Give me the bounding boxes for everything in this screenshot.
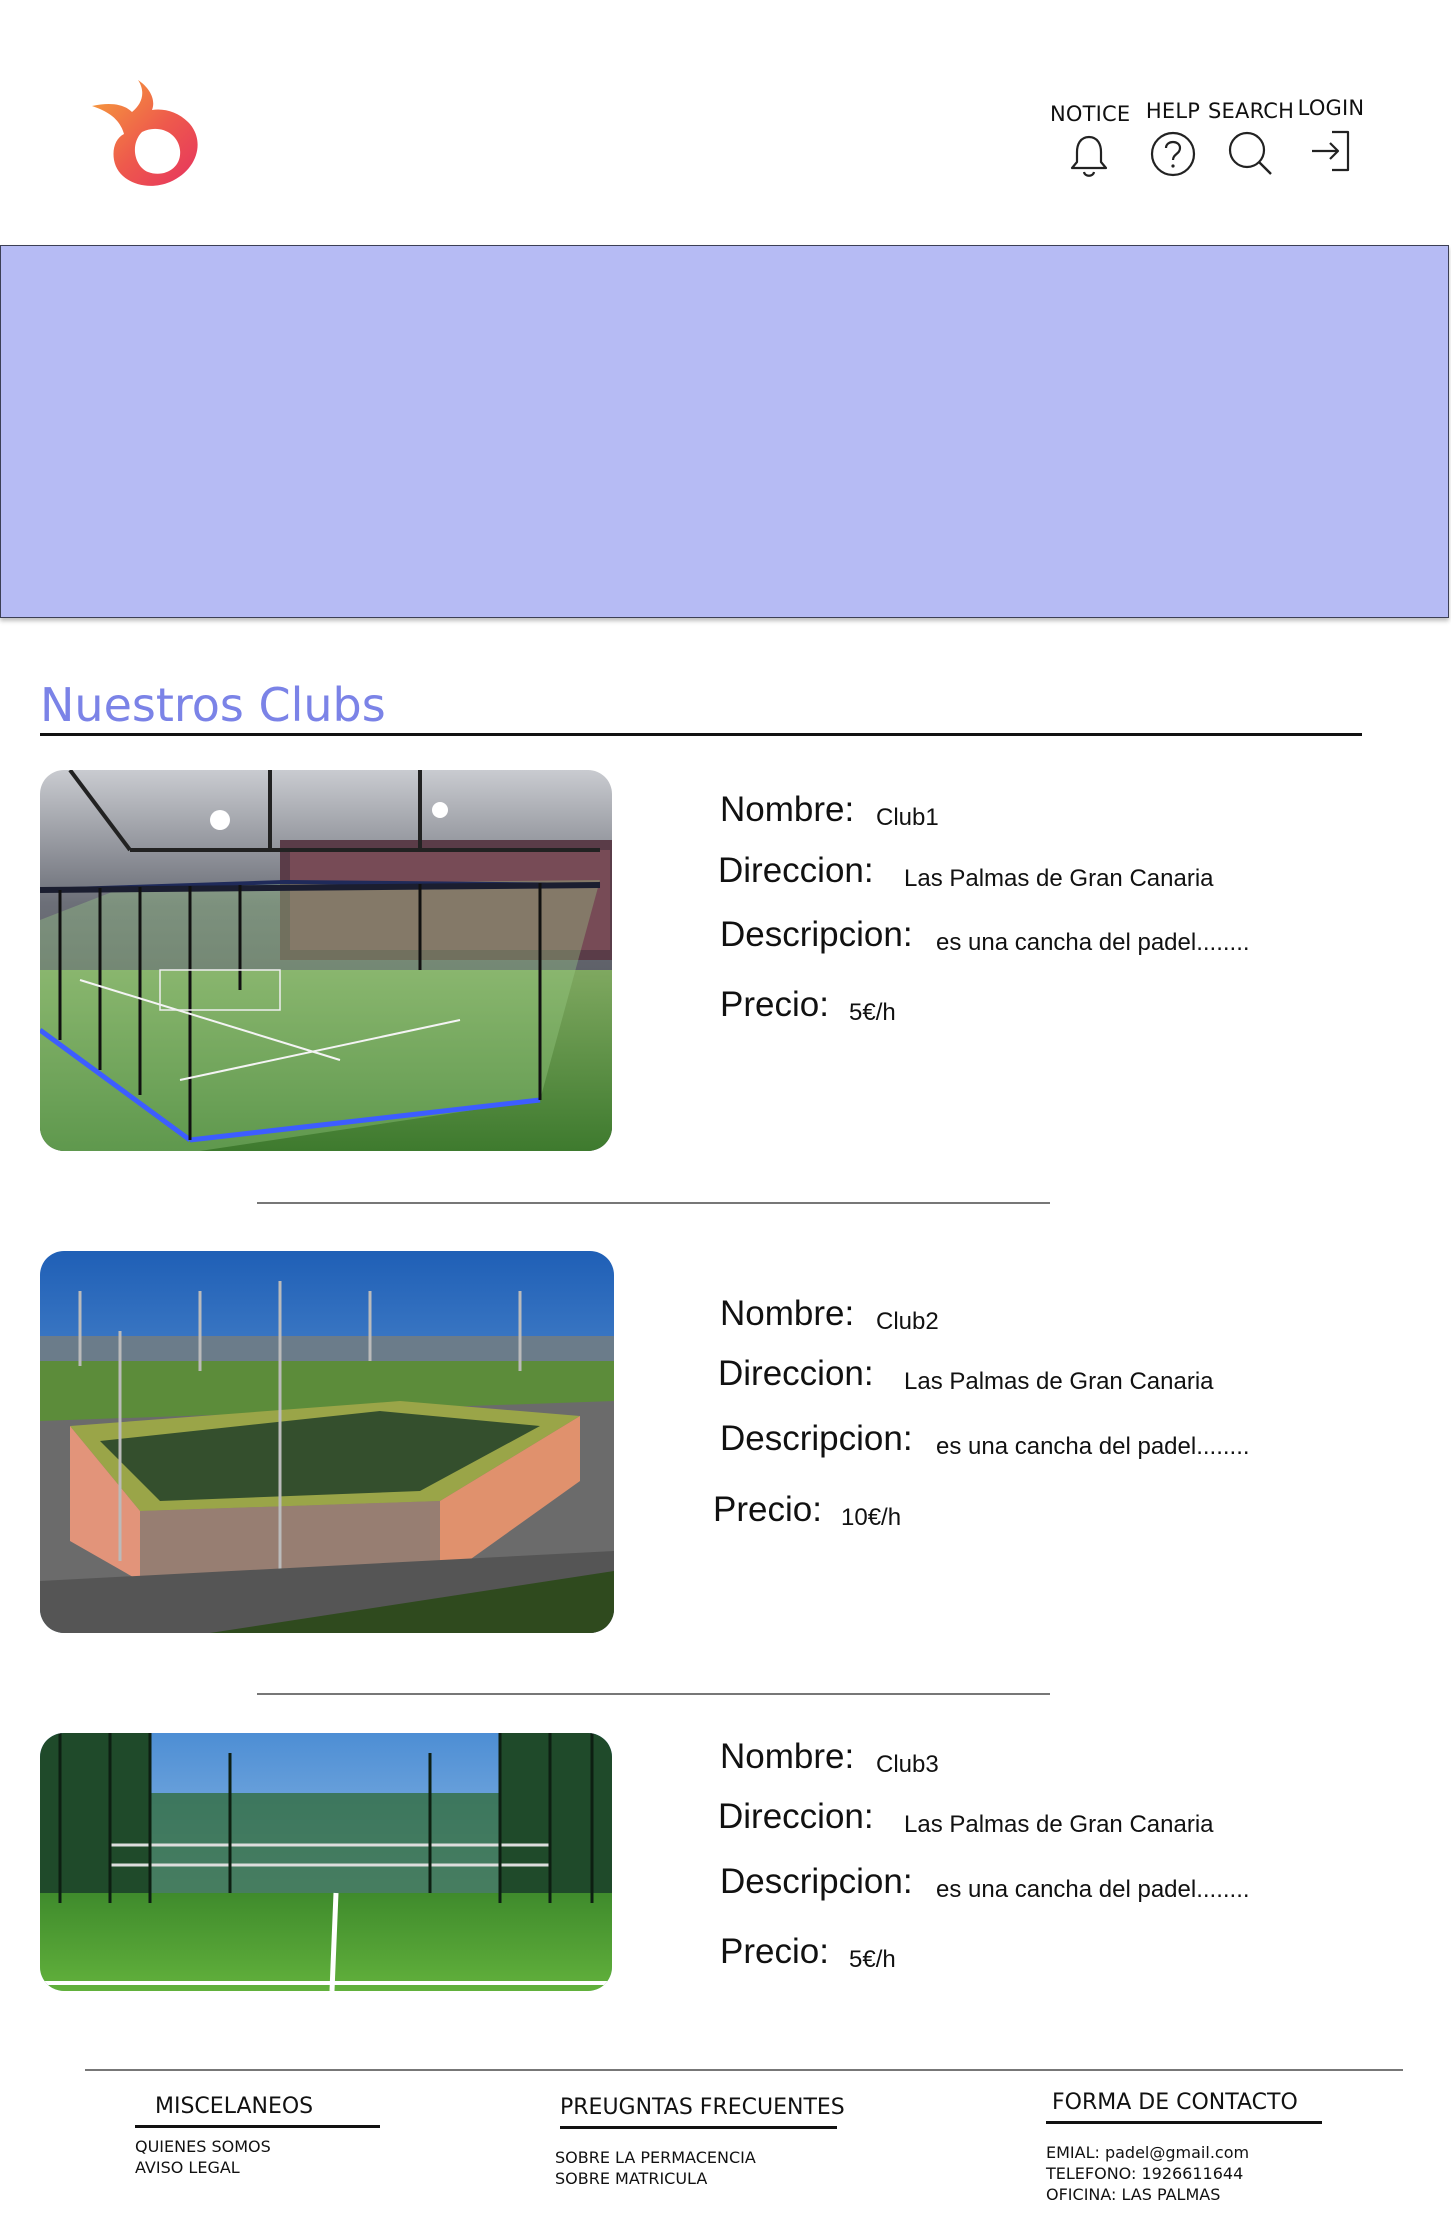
club2-direccion-label: Direccion: bbox=[718, 1354, 874, 1393]
help-circle-icon bbox=[1150, 131, 1196, 177]
footer-miscelaneos-underline bbox=[135, 2125, 380, 2128]
indoor-padel-court-image bbox=[40, 770, 612, 1151]
club3-direccion-label: Direccion: bbox=[718, 1797, 874, 1836]
green-padel-court-image bbox=[40, 1733, 612, 1991]
nav-search-label: SEARCH bbox=[1208, 99, 1295, 123]
footer-contact-phone[interactable]: TELEFONO: 1926611644 bbox=[1046, 2163, 1243, 2184]
club2-precio-label: Precio: bbox=[713, 1490, 822, 1529]
section-title: Nuestros Clubs bbox=[40, 678, 386, 732]
footer-faq-title: PREUGNTAS FRECUENTES bbox=[560, 2095, 845, 2120]
nav-login-label: LOGIN bbox=[1297, 96, 1365, 120]
club3-direccion-value: Las Palmas de Gran Canaria bbox=[904, 1811, 1214, 1838]
search-icon bbox=[1228, 131, 1272, 175]
club3-descripcion-label: Descripcion: bbox=[720, 1862, 913, 1901]
club3-precio-label: Precio: bbox=[720, 1932, 829, 1971]
club1-direccion-value: Las Palmas de Gran Canaria bbox=[904, 865, 1214, 892]
club3-nombre-label: Nombre: bbox=[720, 1737, 855, 1776]
nav-login[interactable]: LOGIN bbox=[1296, 96, 1366, 176]
nav-help[interactable]: HELP bbox=[1142, 99, 1204, 179]
club2-precio-value: 10€/h bbox=[841, 1504, 902, 1531]
hero-banner bbox=[0, 245, 1449, 618]
footer-contacto-underline bbox=[1046, 2121, 1322, 2124]
footer-link-quienes-somos[interactable]: QUIENES SOMOS bbox=[135, 2136, 271, 2157]
nav-help-label: HELP bbox=[1145, 99, 1201, 123]
club3-nombre-value: Club3 bbox=[876, 1751, 939, 1778]
club1-precio-value: 5€/h bbox=[849, 999, 896, 1026]
club1-descripcion-label: Descripcion: bbox=[720, 915, 913, 954]
nav-notice[interactable]: NOTICE bbox=[1050, 102, 1131, 180]
club2-descripcion-value: es una cancha del padel........ bbox=[936, 1433, 1250, 1460]
club1-direccion-label: Direccion: bbox=[718, 851, 874, 890]
footer-contact-email[interactable]: EMIAL: padel@gmail.com bbox=[1046, 2142, 1249, 2163]
footer-link-permanencia[interactable]: SOBRE LA PERMACENCIA bbox=[555, 2147, 756, 2168]
flame-ring-icon bbox=[92, 80, 198, 186]
club1-nombre-value: Club1 bbox=[876, 804, 939, 831]
club3-precio-value: 5€/h bbox=[849, 1946, 896, 1973]
footer-divider bbox=[85, 2069, 1403, 2071]
outdoor-padel-court-image bbox=[40, 1251, 614, 1633]
club3-photo[interactable] bbox=[40, 1733, 612, 1991]
club1-photo[interactable] bbox=[40, 770, 612, 1151]
club1-nombre-label: Nombre: bbox=[720, 790, 855, 829]
nav-notice-label: NOTICE bbox=[1050, 102, 1131, 126]
footer-contact-office: OFICINA: LAS PALMAS bbox=[1046, 2185, 1221, 2204]
footer-faq-underline bbox=[560, 2126, 837, 2129]
club-separator bbox=[257, 1693, 1050, 1695]
footer-contacto-title: FORMA DE CONTACTO bbox=[1052, 2090, 1298, 2115]
login-icon bbox=[1312, 130, 1350, 172]
club2-nombre-value: Club2 bbox=[876, 1308, 939, 1335]
footer-link-matricula[interactable]: SOBRE MATRICULA bbox=[555, 2168, 707, 2189]
footer-link-aviso-legal[interactable]: AVISO LEGAL bbox=[135, 2157, 240, 2178]
footer-miscelaneos-title: MISCELANEOS bbox=[155, 2094, 314, 2119]
club2-descripcion-label: Descripcion: bbox=[720, 1419, 913, 1458]
club2-nombre-label: Nombre: bbox=[720, 1294, 855, 1333]
club1-descripcion-value: es una cancha del padel........ bbox=[936, 929, 1250, 956]
section-title-rule bbox=[40, 733, 1362, 736]
club3-descripcion-value: es una cancha del padel........ bbox=[936, 1876, 1250, 1903]
club1-precio-label: Precio: bbox=[720, 985, 829, 1024]
club-separator bbox=[257, 1202, 1050, 1204]
nav-search[interactable]: SEARCH bbox=[1208, 99, 1294, 179]
club2-photo[interactable] bbox=[40, 1251, 614, 1633]
brand-logo[interactable] bbox=[80, 78, 220, 198]
club2-direccion-value: Las Palmas de Gran Canaria bbox=[904, 1368, 1214, 1395]
bell-icon bbox=[1070, 135, 1108, 177]
